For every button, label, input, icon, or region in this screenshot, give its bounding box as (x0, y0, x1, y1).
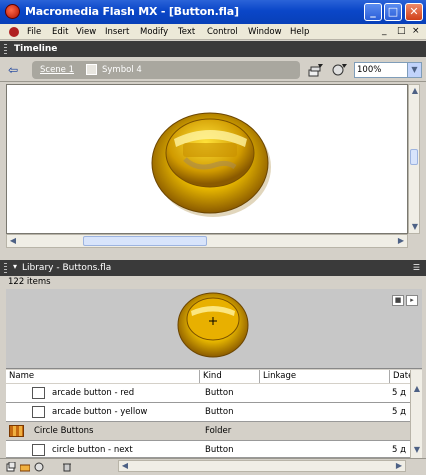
library-row-folder[interactable]: Circle Buttons Folder (6, 422, 410, 441)
library-count-bar: 122 items (0, 276, 426, 289)
menu-insert[interactable]: Insert (105, 27, 129, 37)
library-row[interactable]: arcade button - red Button 5 д (6, 384, 410, 403)
collapse-arrow-icon[interactable]: ▾ (13, 262, 17, 271)
preview-stop-button[interactable]: ■ (392, 295, 404, 306)
library-row[interactable]: arcade button - yellow Button 5 д (6, 403, 410, 422)
menu-edit[interactable]: Edit (52, 27, 68, 37)
column-linkage[interactable]: Linkage (260, 370, 390, 383)
title-bar: Macromedia Flash MX - [Button.fla] _ □ ✕ (0, 0, 426, 24)
row-name: Circle Buttons (34, 426, 94, 436)
scroll-left-icon[interactable]: ◀ (7, 235, 19, 247)
doc-minimize-button[interactable]: _ (382, 26, 387, 36)
stage-canvas[interactable] (6, 84, 408, 234)
document-icon[interactable] (9, 27, 19, 37)
folder-icon (9, 425, 24, 437)
row-name: arcade button - red (52, 388, 135, 398)
menu-control[interactable]: Control (207, 27, 238, 37)
doc-restore-button[interactable]: □ (397, 26, 406, 36)
button-symbol-icon (32, 387, 45, 399)
zoom-value: 100% (357, 65, 382, 75)
row-date: 5 д (392, 407, 406, 417)
scroll-thumb[interactable] (83, 236, 207, 246)
properties-icon[interactable] (34, 462, 44, 472)
row-date: 5 д (392, 445, 406, 455)
menu-help[interactable]: Help (290, 27, 309, 37)
grip-icon[interactable] (4, 44, 7, 54)
menu-modify[interactable]: Modify (140, 27, 168, 37)
library-header[interactable]: ▾ Library - Buttons.fla ☰ (0, 260, 426, 276)
stage-horizontal-scrollbar[interactable]: ◀ ▶ (6, 234, 408, 248)
column-name[interactable]: Name (6, 370, 200, 383)
zoom-select[interactable]: 100% ▼ (354, 62, 422, 78)
button-symbol-icon (32, 406, 45, 418)
menu-view[interactable]: View (76, 27, 96, 37)
column-date[interactable]: Date (390, 370, 413, 383)
timeline-header[interactable]: Timeline (0, 41, 426, 57)
preview-button-graphic (177, 292, 249, 358)
scroll-right-icon[interactable]: ▶ (393, 461, 405, 471)
row-kind: Button (205, 388, 234, 398)
panel-options-icon[interactable]: ☰ (413, 263, 420, 272)
grip-icon[interactable] (4, 263, 7, 273)
new-folder-icon[interactable] (20, 462, 30, 472)
row-name: circle button - next (52, 445, 133, 455)
scroll-down-icon[interactable]: ▼ (409, 221, 421, 233)
library-column-headers: Name Kind Linkage Date (6, 370, 413, 383)
breadcrumb-scene[interactable]: Scene 1 (40, 65, 74, 75)
flash-app-icon (5, 4, 20, 19)
preview-play-button[interactable]: ▸ (406, 295, 418, 306)
breadcrumb-symbol[interactable]: Symbol 4 (102, 65, 142, 75)
button-symbol-icon (32, 444, 45, 456)
symbol-icon (86, 64, 97, 75)
library-preview: ■ ▸ (6, 289, 422, 369)
scroll-up-icon[interactable]: ▲ (409, 85, 421, 97)
row-kind: Folder (205, 426, 232, 436)
library-item-count: 122 items (8, 277, 51, 287)
library-horizontal-scrollbar[interactable]: ◀ ▶ (118, 460, 406, 472)
minimize-button[interactable]: _ (364, 3, 382, 21)
maximize-button[interactable]: □ (384, 3, 402, 21)
menu-text[interactable]: Text (178, 27, 195, 37)
arcade-button-graphic (151, 112, 271, 217)
stage-vertical-scrollbar[interactable]: ▲ ▼ (408, 84, 420, 234)
scroll-right-icon[interactable]: ▶ (395, 235, 407, 247)
scroll-thumb[interactable] (410, 149, 418, 165)
row-name: arcade button - yellow (52, 407, 148, 417)
edit-symbol-icon[interactable] (332, 62, 348, 77)
scroll-left-icon[interactable]: ◀ (119, 461, 131, 471)
row-kind: Button (205, 445, 234, 455)
library-row[interactable]: circle button - next Button 5 д (6, 441, 410, 458)
back-arrow-icon[interactable]: ⇦ (8, 63, 22, 77)
doc-close-button[interactable]: × (412, 26, 420, 36)
chevron-down-icon[interactable]: ▼ (407, 63, 421, 77)
row-date: 5 д (392, 388, 406, 398)
menu-file[interactable]: File (27, 27, 41, 37)
menu-window[interactable]: Window (248, 27, 282, 37)
scroll-up-icon[interactable]: ▲ (411, 383, 423, 395)
menu-bar: File Edit View Insert Modify Text Contro… (0, 24, 426, 40)
row-kind: Button (205, 407, 234, 417)
window-title: Macromedia Flash MX - [Button.fla] (25, 5, 239, 18)
scroll-down-icon[interactable]: ▼ (411, 444, 423, 456)
library-title: Library - Buttons.fla (22, 263, 112, 273)
library-vertical-scrollbar[interactable]: ▲ ▼ (410, 370, 422, 460)
trash-icon[interactable] (62, 462, 72, 472)
new-symbol-icon[interactable] (6, 462, 16, 472)
timeline-title: Timeline (14, 44, 58, 54)
edit-scene-icon[interactable] (308, 62, 324, 77)
close-button[interactable]: ✕ (405, 3, 423, 21)
edit-bar: ⇦ Scene 1 Symbol 4 100% ▼ (0, 58, 426, 82)
breadcrumb: Scene 1 Symbol 4 (32, 61, 300, 79)
column-kind[interactable]: Kind (200, 370, 260, 383)
